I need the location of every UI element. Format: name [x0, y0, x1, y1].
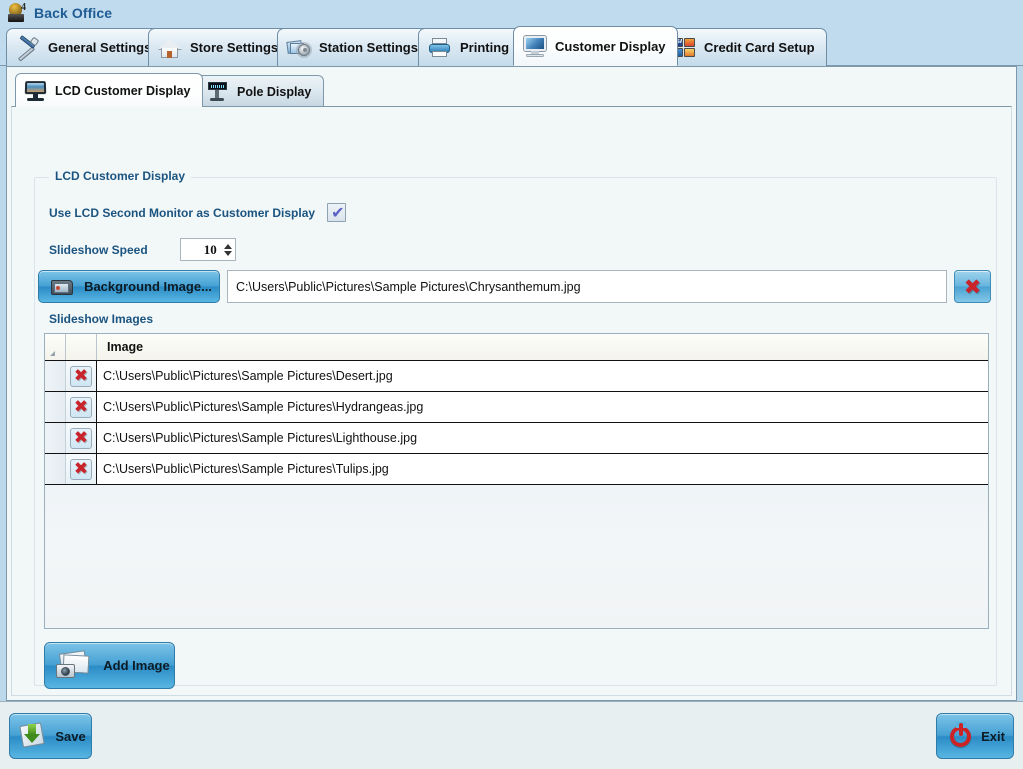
spinner-up-icon[interactable]: [223, 243, 232, 249]
clear-background-image-button[interactable]: ✖: [954, 270, 991, 303]
background-image-path-value: C:\Users\Public\Pictures\Sample Pictures…: [236, 279, 581, 294]
page-title: Back Office: [34, 5, 113, 21]
add-image-button[interactable]: Add Image: [44, 642, 175, 689]
delete-row-button[interactable]: ✖: [70, 365, 92, 387]
subtab-lcd-customer-display[interactable]: LCD Customer Display: [15, 73, 204, 107]
add-image-button-label: Add Image: [103, 658, 170, 673]
lcd-customer-display-pane: LCD Customer Display Use LCD Second Moni…: [11, 106, 1012, 696]
tab-general-settings[interactable]: General Settings: [6, 28, 164, 66]
red-x-icon: ✖: [73, 459, 89, 479]
row-selector[interactable]: [45, 454, 66, 484]
background-image-button[interactable]: Background Image...: [38, 270, 220, 303]
save-button[interactable]: Save: [9, 713, 92, 759]
tab-credit-card-setup[interactable]: VISA Credit Card Setup: [662, 28, 827, 66]
slideshow-speed-label: Slideshow Speed: [49, 242, 148, 257]
background-image-row: Background Image... C:\Users\Public\Pict…: [35, 270, 998, 304]
wrench-screwdriver-icon: [15, 34, 41, 62]
use-second-monitor-row: Use LCD Second Monitor as Customer Displ…: [49, 203, 347, 222]
monitor-icon: [522, 34, 548, 58]
photos-camera-icon: [55, 649, 93, 681]
sub-tab-strip: LCD Customer Display Pole Display: [11, 73, 1011, 107]
tab-label: Customer Display: [555, 38, 666, 54]
printer-icon: [427, 36, 453, 60]
pole-display-icon: [206, 81, 230, 103]
house-icon: [157, 36, 183, 60]
tab-label: Store Settings: [190, 40, 279, 55]
cashier-logo-icon: 4: [8, 2, 28, 23]
subtab-label: LCD Customer Display: [55, 83, 191, 98]
delete-row-button[interactable]: ✖: [70, 427, 92, 449]
tab-label: Station Settings: [319, 40, 418, 55]
sort-triangle-icon[interactable]: [45, 334, 66, 360]
table-row[interactable]: ✖ C:\Users\Public\Pictures\Sample Pictur…: [45, 392, 988, 423]
red-x-icon: ✖: [73, 366, 89, 386]
main-tab-strip: General Settings Store Settings Station …: [0, 26, 1023, 66]
background-image-path-input[interactable]: C:\Users\Public\Pictures\Sample Pictures…: [227, 270, 947, 303]
image-path-cell[interactable]: C:\Users\Public\Pictures\Sample Pictures…: [97, 454, 988, 484]
spinner-arrows: [221, 239, 235, 260]
lcd-customer-display-groupbox: LCD Customer Display Use LCD Second Moni…: [34, 169, 998, 689]
tab-label: Printing: [460, 40, 510, 55]
grid-header-image-column[interactable]: Image: [97, 334, 988, 360]
delete-row-button[interactable]: ✖: [70, 458, 92, 480]
grid-header-delete-column: [66, 334, 97, 360]
delete-row-cell: ✖: [66, 361, 97, 391]
lcd-display-icon: [24, 80, 48, 102]
slideshow-images-label: Slideshow Images: [49, 312, 154, 326]
red-x-icon: ✖: [73, 397, 89, 417]
delete-row-button[interactable]: ✖: [70, 396, 92, 418]
groupbox-title: LCD Customer Display: [49, 169, 192, 183]
tab-label: Credit Card Setup: [704, 40, 815, 55]
tab-station-settings[interactable]: Station Settings: [277, 28, 430, 66]
table-row[interactable]: ✖ C:\Users\Public\Pictures\Sample Pictur…: [45, 454, 988, 485]
tab-label: General Settings: [48, 40, 152, 55]
table-row[interactable]: ✖ C:\Users\Public\Pictures\Sample Pictur…: [45, 423, 988, 454]
grid-header-row: Image: [45, 334, 988, 361]
exit-button[interactable]: Exit: [936, 713, 1014, 759]
row-selector[interactable]: [45, 392, 66, 422]
delete-row-cell: ✖: [66, 392, 97, 422]
red-x-icon: ✖: [963, 274, 982, 299]
row-selector[interactable]: [45, 361, 66, 391]
save-button-label: Save: [55, 728, 86, 744]
spinner-down-icon[interactable]: [223, 250, 232, 256]
image-path-cell[interactable]: C:\Users\Public\Pictures\Sample Pictures…: [97, 392, 988, 422]
tab-printing[interactable]: Printing: [418, 28, 522, 66]
delete-row-cell: ✖: [66, 454, 97, 484]
use-second-monitor-label: Use LCD Second Monitor as Customer Displ…: [49, 205, 316, 220]
app-header: 4 Back Office: [0, 0, 1023, 26]
check-icon: ✔: [331, 203, 345, 222]
power-icon: [947, 722, 975, 750]
folder-image-icon: [50, 277, 76, 297]
save-disk-icon: [19, 722, 49, 750]
exit-button-label: Exit: [981, 728, 1005, 744]
red-x-icon: ✖: [73, 428, 89, 448]
tab-store-settings[interactable]: Store Settings: [148, 28, 291, 66]
slideshow-speed-stepper[interactable]: 10: [179, 238, 236, 261]
logo-badge: 4: [21, 2, 26, 13]
background-image-button-label: Background Image...: [84, 279, 212, 294]
use-second-monitor-checkbox[interactable]: ✔: [327, 203, 347, 222]
slideshow-speed-value: 10: [203, 241, 217, 257]
tab-customer-display[interactable]: Customer Display: [513, 26, 678, 66]
row-selector[interactable]: [45, 423, 66, 453]
photos-gear-icon: [286, 36, 312, 60]
delete-row-cell: ✖: [66, 423, 97, 453]
slideshow-speed-row: Slideshow Speed 10: [49, 238, 236, 261]
subtab-label: Pole Display: [237, 84, 312, 99]
image-path-cell[interactable]: C:\Users\Public\Pictures\Sample Pictures…: [97, 361, 988, 391]
table-row[interactable]: ✖ C:\Users\Public\Pictures\Sample Pictur…: [45, 361, 988, 392]
footer-bar: Save Exit: [0, 701, 1023, 769]
image-path-cell[interactable]: C:\Users\Public\Pictures\Sample Pictures…: [97, 423, 988, 453]
slideshow-images-grid[interactable]: Image ✖ C:\Users\Public\Pictures\Sample …: [44, 333, 989, 629]
content-panel: LCD Customer Display Pole Display LCD Cu…: [6, 66, 1017, 701]
subtab-pole-display[interactable]: Pole Display: [197, 75, 325, 107]
